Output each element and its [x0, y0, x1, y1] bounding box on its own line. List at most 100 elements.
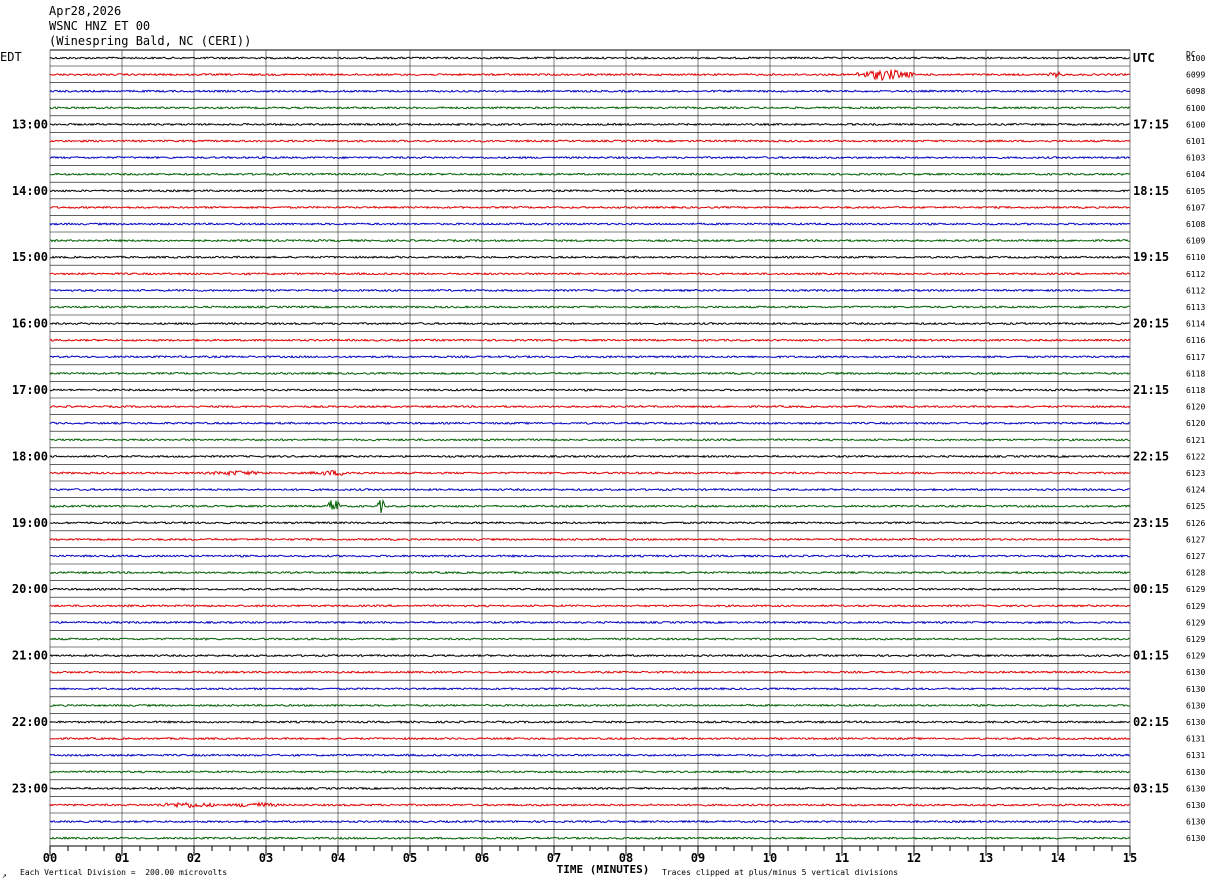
left-hour-label: 17:00: [12, 383, 48, 397]
seismic-trace: [49, 404, 1131, 409]
dc-offset-label: 6130: [1186, 784, 1205, 793]
dc-offset-label: 6110: [1186, 253, 1205, 262]
dc-offset-label: 6114: [1186, 320, 1205, 329]
dc-offset-label: 6103: [1186, 154, 1205, 163]
dc-offset-label: 6131: [1186, 735, 1205, 744]
seismic-trace: [49, 498, 1131, 513]
dc-offset-label: 6129: [1186, 618, 1205, 627]
seismic-trace: [49, 454, 1131, 459]
seismic-trace: [50, 520, 1131, 525]
seismic-trace: [49, 106, 1131, 110]
dc-offset-label: 6127: [1186, 552, 1205, 561]
left-hour-label: 13:00: [12, 117, 48, 131]
right-hour-label: UTC: [1133, 51, 1155, 65]
right-hour-label: 23:15: [1133, 516, 1169, 530]
dc-offset-label: 6130: [1186, 668, 1205, 677]
seismic-trace: [49, 354, 1131, 359]
dc-offset-label: 6098: [1186, 87, 1205, 96]
x-tick-label: 03: [259, 851, 273, 865]
seismic-trace: [49, 469, 1131, 477]
x-tick-label: 15: [1123, 851, 1137, 865]
dc-offset-label: 6099: [1186, 71, 1205, 80]
seismic-trace: [49, 122, 1131, 127]
seismic-trace: [49, 487, 1131, 492]
dc-offset-label: 6131: [1186, 751, 1205, 760]
dc-offset-label: 6108: [1186, 220, 1205, 229]
dc-offset-label: 6116: [1186, 336, 1205, 345]
seismic-trace: [49, 371, 1131, 376]
left-hour-label: 18:00: [12, 449, 48, 463]
seismic-trace: [49, 570, 1130, 575]
seismic-trace: [49, 736, 1131, 741]
dc-offset-label: 6127: [1186, 535, 1205, 544]
seismic-trace: [49, 637, 1131, 641]
dc-offset-label: 6112: [1186, 270, 1205, 279]
dc-offset-label: 6129: [1186, 652, 1205, 661]
right-hour-label: 03:15: [1133, 781, 1169, 795]
seismic-trace: [49, 421, 1131, 426]
left-hour-label: 15:00: [12, 250, 48, 264]
left-hour-label: 20:00: [12, 582, 48, 596]
right-hour-label: 02:15: [1133, 715, 1169, 729]
dc-offset-label: 6120: [1186, 403, 1205, 412]
seismic-trace: [49, 288, 1131, 293]
dc-offset-label: 6130: [1186, 718, 1205, 727]
dc-offset-label: 6117: [1186, 353, 1205, 362]
seismic-trace: [49, 604, 1131, 608]
seismic-trace: [49, 753, 1130, 757]
x-tick-label: 05: [403, 851, 417, 865]
seismic-trace: [49, 205, 1131, 210]
dc-offset-label: 6107: [1186, 203, 1205, 212]
dc-offset-label: 6112: [1186, 286, 1205, 295]
right-hour-label: 20:15: [1133, 317, 1169, 331]
dc-offset-label: 6130: [1186, 818, 1205, 827]
x-tick-label: 01: [115, 851, 129, 865]
x-tick-label: 11: [835, 851, 849, 865]
x-tick-label: 10: [763, 851, 777, 865]
right-hour-label: 00:15: [1133, 582, 1169, 596]
right-hour-label: 19:15: [1133, 250, 1169, 264]
dc-offset-label: 6104: [1186, 170, 1205, 179]
dc-offset-label: 6130: [1186, 685, 1205, 694]
right-hour-label: 01:15: [1133, 649, 1169, 663]
seismic-trace: [49, 800, 1131, 809]
dc-offset-label: 6100: [1186, 120, 1205, 129]
x-tick-label: 13: [979, 851, 993, 865]
seismic-trace: [49, 155, 1131, 160]
dc-offset-label: 6123: [1186, 469, 1205, 478]
seismic-trace: [49, 770, 1131, 774]
dc-offset-label: 6124: [1186, 486, 1205, 495]
dc-offset-label: 6109: [1186, 237, 1205, 246]
seismic-trace: [49, 321, 1131, 326]
seismic-trace: [49, 89, 1131, 94]
left-hour-label: 16:00: [12, 317, 48, 331]
seismic-trace: [49, 537, 1131, 542]
seismic-trace: [49, 388, 1131, 392]
x-tick-label: 04: [331, 851, 345, 865]
seismic-trace: [49, 786, 1131, 791]
left-hour-label: 23:00: [12, 781, 48, 795]
seismic-trace: [49, 188, 1130, 193]
right-hour-label: 17:15: [1133, 117, 1169, 131]
seismic-trace: [49, 819, 1131, 824]
x-tick-label: 09: [691, 851, 705, 865]
seismogram-plot: 6100 6099 6098 6100 6100 6101 6103 6104 6105 6107…: [12, 49, 1205, 876]
dc-offset-label: 6126: [1186, 519, 1205, 528]
seismic-trace: [49, 305, 1131, 309]
seismic-trace: [49, 222, 1131, 226]
x-tick-label: 02: [187, 851, 201, 865]
seismic-trace: [49, 139, 1131, 143]
seismic-trace: [49, 686, 1131, 691]
left-hour-label: 14:00: [12, 184, 48, 198]
dc-offset-label: 6130: [1186, 801, 1205, 810]
dc-offset-label: 6100: [1186, 104, 1205, 113]
seismic-trace: [49, 653, 1131, 658]
seismic-trace: [49, 272, 1131, 276]
dc-offset-label: 6105: [1186, 187, 1205, 196]
seismic-trace: [49, 720, 1131, 724]
seismic-trace: [49, 56, 1131, 60]
seismic-trace: [49, 69, 1131, 82]
right-hour-label: 22:15: [1133, 449, 1169, 463]
left-hour-label: 19:00: [12, 516, 48, 530]
dc-offset-label: 6121: [1186, 436, 1205, 445]
